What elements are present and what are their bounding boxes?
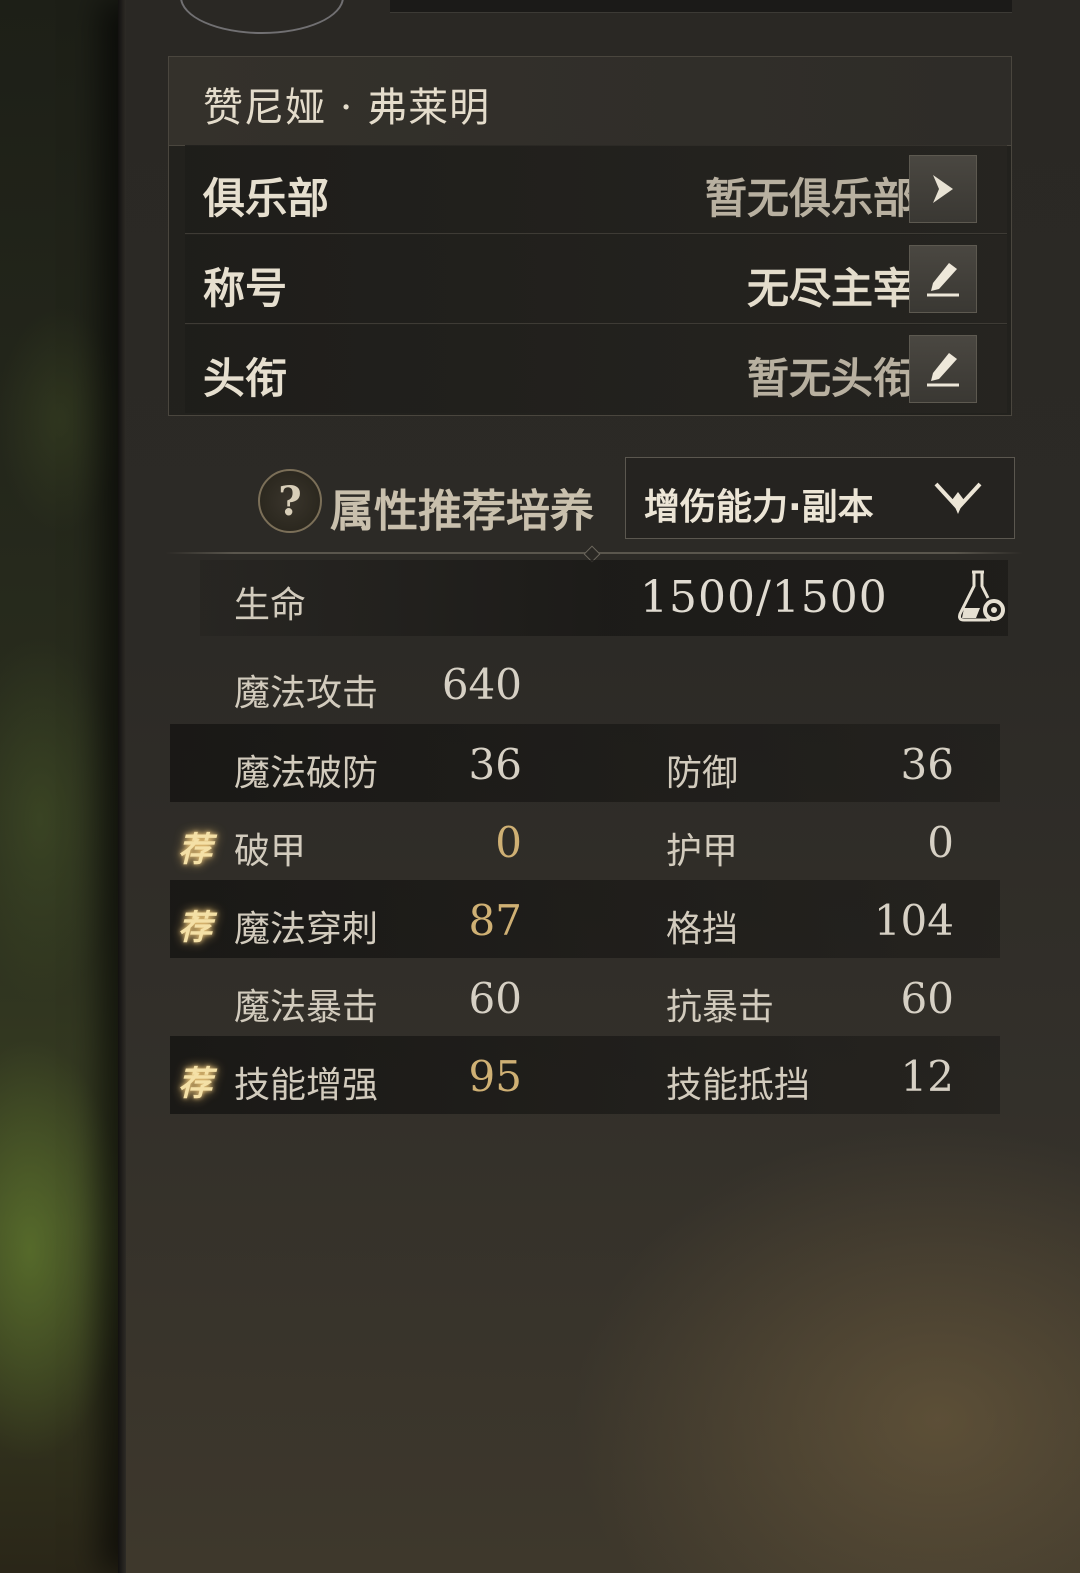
stat-value: 87 (468, 896, 522, 945)
stat-label: 破甲 (234, 831, 307, 872)
stat-label: 魔法破防 (234, 753, 379, 794)
edit-icon (927, 263, 959, 297)
stat-label: 魔法穿刺 (234, 909, 379, 950)
recommend-label: 属性推荐培养 (330, 486, 594, 537)
stat-value: 36 (900, 740, 954, 789)
hp-label: 生命 (234, 585, 307, 626)
stat-value: 0 (495, 818, 522, 867)
stat-value: 104 (873, 896, 954, 945)
stat-label: 技能抵挡 (666, 1065, 811, 1106)
info-row-rank[interactable]: 头衔 暂无头衔 (185, 325, 1007, 413)
rank-label: 头衔 (203, 354, 288, 403)
title-edit-button[interactable] (909, 245, 977, 313)
stat-label: 技能增强 (234, 1065, 379, 1106)
recommend-badge: 荐 (178, 1064, 212, 1104)
name-row: 赞尼娅 · 弗莱明 (169, 57, 1011, 146)
recommend-badge: 荐 (178, 908, 212, 948)
top-bar (390, 0, 1012, 13)
stat-value: 60 (468, 974, 522, 1023)
title-label: 称号 (203, 264, 288, 313)
recommend-dropdown[interactable]: 增伤能力·副本 (625, 457, 1015, 539)
stat-value: 12 (900, 1052, 954, 1101)
stat-value: 95 (468, 1052, 522, 1101)
stat-value: 60 (900, 974, 954, 1023)
recommend-badge: 荐 (178, 830, 212, 870)
stat-label: 抗暴击 (666, 987, 775, 1028)
panel-edge (118, 0, 126, 1573)
help-icon[interactable]: ? (258, 469, 322, 533)
info-row-title[interactable]: 称号 无尽主宰 (185, 235, 1007, 324)
club-arrow-button[interactable] (909, 155, 977, 223)
stat-label: 魔法暴击 (234, 987, 379, 1028)
stat-value: 36 (468, 740, 522, 789)
edit-icon (927, 353, 959, 387)
character-info-box: 赞尼娅 · 弗莱明 俱乐部 暂无俱乐部 称号 无尽主宰 头衔 暂无头衔 (168, 56, 1012, 416)
stat-label: 格挡 (666, 909, 739, 950)
stat-value: 0 (927, 818, 954, 867)
dropdown-selected: 增伤能力·副本 (644, 487, 874, 528)
club-value: 暂无俱乐部 (704, 174, 915, 223)
title-value: 无尽主宰 (746, 264, 915, 313)
hp-value: 1500/1500 (640, 572, 888, 623)
potion-settings-icon[interactable] (950, 568, 1010, 626)
stat-label: 护甲 (666, 831, 739, 872)
club-label: 俱乐部 (203, 174, 330, 223)
stat-label: 防御 (666, 753, 739, 794)
magic-attack-value: 640 (441, 660, 522, 709)
chevron-down-icon (934, 482, 982, 514)
character-name: 赞尼娅 · 弗莱明 (203, 85, 491, 131)
rank-edit-button[interactable] (909, 335, 977, 403)
info-row-club[interactable]: 俱乐部 暂无俱乐部 (185, 145, 1007, 234)
magic-attack-label: 魔法攻击 (234, 673, 379, 714)
arrow-right-icon (933, 175, 953, 203)
rank-value: 暂无头衔 (746, 354, 915, 403)
